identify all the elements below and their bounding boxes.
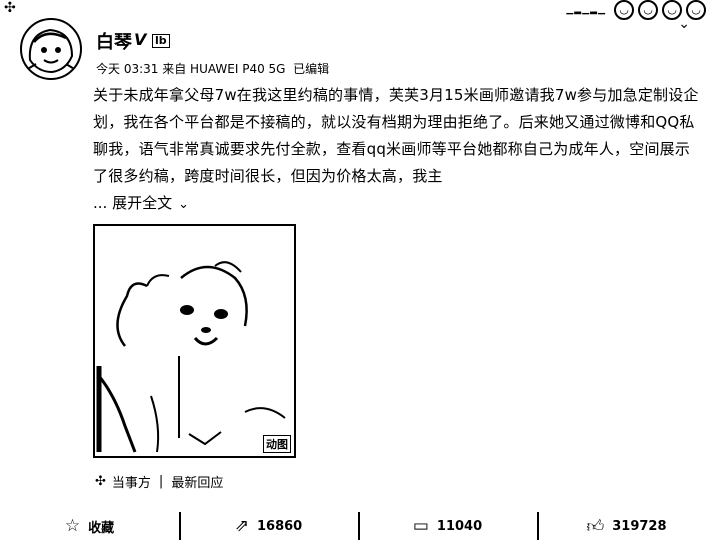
repost-button[interactable]: ⇗ 16860 <box>179 510 358 542</box>
level-badge: lb <box>152 34 170 48</box>
author-name[interactable]: 白琴 <box>96 28 132 54</box>
chevron-down-icon[interactable]: ⌄ <box>678 16 690 32</box>
topic-label[interactable]: 当事方 <box>112 472 151 491</box>
thumbs-up-icon: 👍︎ <box>586 516 605 537</box>
expand-full-text-link[interactable]: ... 展开全文 ⌄ <box>93 191 189 217</box>
comment-count: 11040 <box>436 518 483 534</box>
chevron-down-icon[interactable]: ⌄ <box>178 197 189 212</box>
comment-icon: ▭ <box>412 516 429 536</box>
post-image[interactable]: 动图 <box>93 224 296 458</box>
sparkle-icon: ✣ <box>4 0 16 16</box>
emoji-face-icon: ◡ <box>614 0 634 20</box>
edited-label[interactable]: 已编辑 <box>293 62 329 76</box>
star-icon: ☆ <box>64 516 81 536</box>
repost-count: 16860 <box>257 518 303 534</box>
mini-label: ▁▂▁▂▁ <box>566 5 606 15</box>
post-meta: 今天 03:31 来自 HUAWEI P40 5G 已编辑 <box>96 60 329 77</box>
post-source: 来自 HUAWEI P40 5G <box>162 62 286 76</box>
post-timestamp: 今天 03:31 <box>96 62 159 76</box>
repost-icon: ⇗ <box>234 516 249 536</box>
verified-icon: V <box>134 30 147 49</box>
expand-label[interactable]: ... 展开全文 <box>93 194 172 212</box>
latest-response-link[interactable]: 最新回应 <box>171 472 223 491</box>
like-count: 319728 <box>612 518 667 534</box>
sparkle-icon: ✣ <box>95 474 106 489</box>
gif-badge: 动图 <box>263 435 291 453</box>
like-button[interactable]: 👍︎ 319728 <box>537 510 716 542</box>
favorite-button[interactable]: ☆ 收藏 <box>0 510 179 542</box>
emoji-face-icon: ◡ <box>638 0 658 20</box>
puppy-illustration <box>96 261 286 453</box>
favorite-label: 收藏 <box>88 520 115 536</box>
topic-row: ✣ 当事方 | 最新回应 <box>95 472 223 491</box>
avatar-illustration <box>25 28 77 74</box>
post-text: 关于未成年拿父母7w在我这里约稿的事情，芙芙3月15米画师邀请我7w参与加急定制… <box>93 86 699 185</box>
top-decoration: ✣ ▁▂▁▂▁ ◡ ◡ ◡ ◡ ⌄ <box>0 0 716 32</box>
topic-separator: | <box>158 474 164 489</box>
avatar[interactable] <box>20 18 82 80</box>
comment-button[interactable]: ▭ 11040 <box>358 510 537 542</box>
action-bar: ☆ 收藏 ⇗ 16860 ▭ 11040 👍︎ 319728 <box>0 510 716 542</box>
